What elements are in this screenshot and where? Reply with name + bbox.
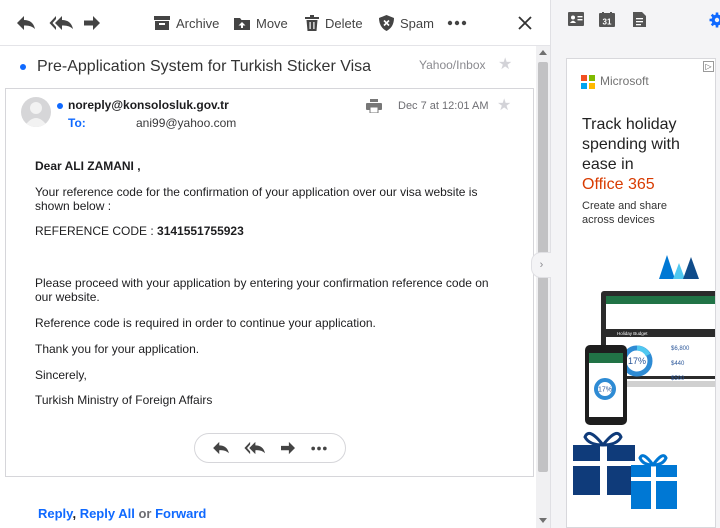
move-button[interactable]: Move	[234, 12, 288, 34]
settings-button[interactable]	[709, 12, 720, 28]
folder-label[interactable]: Yahoo/Inbox	[419, 58, 486, 72]
calendar-icon: 31	[599, 12, 615, 27]
reply-all-icon	[49, 16, 73, 30]
ad-brand: Microsoft	[600, 74, 649, 88]
spam-button[interactable]: Spam	[379, 12, 434, 34]
or-text: or	[138, 506, 152, 521]
microsoft-logo-icon	[581, 75, 595, 89]
ad-choices-icon[interactable]: ▷	[703, 61, 714, 72]
move-label: Move	[256, 15, 288, 31]
more-button[interactable]	[447, 12, 467, 34]
ad-illustration: Holiday Budget 17% $6,800 $440 $500 17%	[573, 255, 715, 509]
message-toolbar: Archive Move Delete Spam	[0, 0, 550, 46]
laptop-sheet-title: Holiday Budget	[617, 331, 648, 336]
collapse-sidebar-button[interactable]: ›	[531, 252, 551, 278]
message-card: noreply@konsolosluk.gov.tr To: ani99@yah…	[5, 88, 534, 477]
reply-comma: ,	[72, 506, 77, 521]
print-button[interactable]	[366, 99, 382, 113]
archive-icon	[154, 16, 170, 30]
greeting: Dear ALI ZAMANI ,	[35, 159, 141, 173]
reference-line: REFERENCE CODE : 3141551755923	[35, 224, 244, 238]
to-label: To:	[68, 116, 86, 130]
star-icon[interactable]: ★	[498, 54, 512, 74]
more-dots-icon	[311, 446, 327, 450]
back-arrow-icon	[17, 16, 35, 30]
forward-button[interactable]	[83, 12, 101, 34]
delete-label: Delete	[325, 15, 363, 31]
forward-arrow-icon	[84, 16, 100, 30]
move-folder-icon	[234, 18, 250, 30]
subject-row: Pre-Application System for Turkish Stick…	[0, 46, 536, 88]
body-paragraph: Thank you for your application.	[35, 342, 200, 356]
reply-all-icon	[244, 441, 266, 455]
reply-button[interactable]	[212, 441, 230, 455]
chevron-right-icon: ›	[539, 259, 544, 271]
calendar-day: 31	[603, 18, 612, 27]
forward-message-button[interactable]	[280, 441, 296, 455]
ad-headline: Track holiday spending with ease in	[582, 116, 680, 173]
shield-icon	[379, 15, 394, 31]
message-more-button[interactable]	[310, 446, 328, 451]
reply-link[interactable]: Reply	[38, 506, 72, 521]
back-button[interactable]	[16, 12, 36, 34]
reply-all-link[interactable]: Reply All	[80, 506, 135, 521]
message-star-icon[interactable]: ★	[497, 95, 511, 115]
forward-arrow-icon	[280, 441, 295, 455]
close-button[interactable]	[518, 12, 532, 34]
notepad-button[interactable]	[633, 12, 646, 27]
spam-label: Spam	[400, 15, 434, 31]
reply-bar: Reply, Reply All or Forward	[38, 506, 206, 521]
body-paragraph: Reference code is required in order to c…	[35, 316, 376, 330]
notepad-icon	[633, 12, 646, 27]
printer-icon	[366, 99, 382, 113]
back-all-button[interactable]	[49, 12, 73, 34]
ad-product: Office 365	[582, 176, 655, 193]
reply-all-button[interactable]	[244, 441, 266, 455]
body-paragraph: Your reference code for the confirmation…	[35, 185, 478, 213]
scroll-down-arrow-icon[interactable]	[539, 518, 547, 523]
reference-label: REFERENCE CODE :	[35, 224, 158, 238]
more-dots-icon	[447, 20, 467, 26]
close-icon	[518, 16, 532, 30]
person-icon	[24, 102, 48, 127]
message-scrollbar[interactable]	[536, 46, 550, 528]
ad-subline: Create and share across devices	[582, 200, 667, 226]
laptop-amount-1: $6,800	[671, 346, 690, 352]
closing: Sincerely,	[35, 368, 87, 382]
laptop-pie-label: 17%	[628, 356, 646, 366]
recipient-address[interactable]: ani99@yahoo.com	[136, 116, 236, 130]
phone-pie-label: 17%	[598, 387, 612, 394]
avatar	[21, 97, 51, 127]
message-subject: Pre-Application System for Turkish Stick…	[37, 58, 372, 75]
signature: Turkish Ministry of Foreign Affairs	[35, 393, 213, 407]
sidebar-advertisement[interactable]: ▷ Microsoft Track holiday spending with …	[566, 58, 716, 528]
delete-button[interactable]: Delete	[305, 12, 363, 34]
body-paragraph: Please proceed with your application by …	[35, 276, 489, 304]
forward-link[interactable]: Forward	[155, 506, 206, 521]
archive-button[interactable]: Archive	[154, 12, 219, 34]
unread-dot	[20, 64, 26, 70]
sender-unread-dot	[57, 103, 63, 109]
message-action-pill	[194, 433, 346, 463]
laptop-amount-2: $440	[671, 361, 685, 367]
sender-address[interactable]: noreply@konsolosluk.gov.tr	[68, 98, 229, 112]
calendar-button[interactable]: 31	[599, 12, 615, 27]
message-date: Dec 7 at 12:01 AM	[398, 100, 489, 112]
gear-icon	[709, 12, 720, 28]
contact-card-icon	[568, 12, 584, 26]
archive-label: Archive	[176, 15, 220, 31]
trash-icon	[305, 15, 319, 31]
scroll-up-arrow-icon[interactable]	[539, 50, 547, 55]
reference-code: 3141551755923	[157, 224, 244, 238]
reply-icon	[213, 441, 229, 455]
contacts-button[interactable]	[568, 12, 584, 26]
